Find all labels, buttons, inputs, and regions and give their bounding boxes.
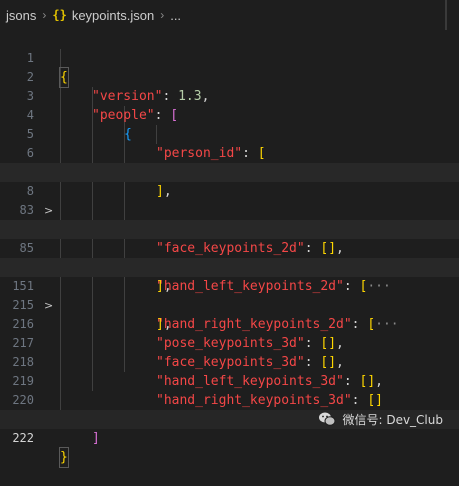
code-line[interactable]: 84 "face_keypoints_2d": [],	[0, 201, 459, 256]
code-line[interactable]: 4 {	[0, 87, 459, 142]
code-line[interactable]: 218 "hand_left_keypoints_3d": [],	[0, 334, 459, 389]
code-editor[interactable]: 1 { 2 "version": 1.3, 3 "people": [ 4 { …	[0, 30, 459, 468]
breadcrumb-file[interactable]: keypoints.json	[72, 8, 154, 23]
breadcrumb: jsons › {} keypoints.json › ...	[0, 0, 459, 30]
line-number: 222	[12, 431, 34, 445]
code-line[interactable]: 220 }	[0, 372, 459, 427]
code-line-folded[interactable]: 85 > "hand_left_keypoints_2d": [···	[0, 220, 459, 294]
code-line[interactable]: 2 "version": 1.3,	[0, 49, 459, 104]
code-line[interactable]: 83 ],	[0, 182, 459, 237]
code-line[interactable]: 6 -1	[0, 125, 459, 180]
chevron-right-icon: ›	[160, 8, 165, 22]
code-line-folded[interactable]: 151 > "hand_right_keypoints_2d": [···	[0, 258, 459, 332]
json-file-icon: {}	[52, 8, 67, 22]
code-line[interactable]: 1 {	[0, 30, 459, 88]
code-line[interactable]: 3 "people": [	[0, 68, 459, 123]
watermark: 微信号: Dev_Club	[318, 410, 443, 428]
breadcrumb-folder[interactable]: jsons	[6, 8, 36, 23]
wechat-icon	[319, 412, 336, 426]
code-line-folded[interactable]: 8 > "pose_keypoints_2d": [···	[0, 163, 459, 237]
code-line[interactable]: 216 "pose_keypoints_3d": [],	[0, 296, 459, 351]
code-line[interactable]: 86 ],	[0, 239, 459, 294]
code-text: ]	[92, 431, 100, 446]
scrollbar[interactable]	[445, 0, 447, 30]
code-line[interactable]: 5 "person_id": [	[0, 106, 459, 161]
code-line[interactable]: 7 ],	[0, 144, 459, 199]
watermark-text: 微信号: Dev_Club	[342, 412, 443, 427]
code-line[interactable]: 221 ]	[0, 391, 459, 446]
chevron-right-icon: ›	[42, 8, 47, 22]
code-line[interactable]: 215 ],	[0, 277, 459, 332]
code-line[interactable]: 217 "face_keypoints_3d": [],	[0, 315, 459, 370]
breadcrumb-ellipsis[interactable]: ...	[170, 8, 181, 23]
code-line[interactable]: 219 "hand_right_keypoints_3d": []	[0, 353, 459, 408]
code-text: }	[59, 447, 69, 468]
